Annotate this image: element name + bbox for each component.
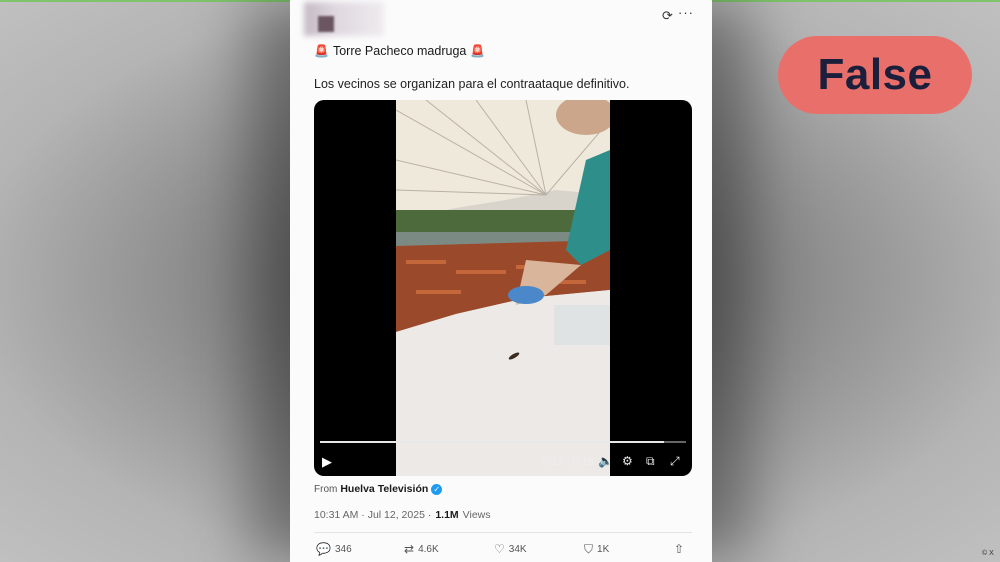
- video-frame: [396, 100, 610, 476]
- divider: [314, 532, 692, 533]
- grok-icon[interactable]: ⟳: [662, 8, 676, 23]
- share-button[interactable]: ⇧: [674, 542, 684, 556]
- heart-icon: ♡: [494, 542, 505, 556]
- like-button[interactable]: ♡ 34K: [494, 542, 527, 556]
- siren-icon: 🚨: [314, 44, 329, 58]
- post-title-row: 🚨 Torre Pacheco madruga 🚨: [314, 44, 485, 58]
- views-label: Views: [462, 509, 491, 521]
- action-bar: 💬 346 ⇄ 4.6K ♡ 34K ⛉ 1K ⇧: [316, 542, 694, 558]
- repost-button[interactable]: ⇄ 4.6K: [404, 542, 439, 556]
- reply-icon: 💬: [316, 542, 331, 556]
- video-progress-fill: [320, 441, 665, 443]
- post-title: Torre Pacheco madruga: [332, 44, 467, 58]
- share-icon: ⇧: [674, 542, 685, 556]
- source-prefix: From: [314, 483, 338, 495]
- play-icon[interactable]: ▶: [322, 454, 332, 470]
- video-source: From Huelva Televisión ✓: [314, 483, 443, 495]
- more-options-icon[interactable]: ···: [678, 5, 696, 20]
- like-count: 34K: [508, 543, 527, 555]
- reply-count: 346: [334, 543, 352, 555]
- settings-icon[interactable]: ⚙: [622, 454, 633, 468]
- bookmark-button[interactable]: ⛉ 1K: [584, 542, 609, 557]
- views-count: 1.1M: [435, 509, 459, 521]
- reply-button[interactable]: 💬 346: [316, 542, 352, 556]
- bookmark-icon: ⛉: [584, 542, 594, 556]
- video-progress-bar[interactable]: [320, 441, 686, 443]
- tweet-card: ⟳ ··· 🚨 Torre Pacheco madruga 🚨 Los veci…: [290, 0, 712, 562]
- source-name[interactable]: Huelva Televisión: [340, 483, 428, 495]
- repost-icon: ⇄: [404, 542, 415, 556]
- verdict-badge: False: [778, 36, 972, 114]
- fullscreen-icon[interactable]: ⤢: [670, 454, 680, 469]
- post-body: Los vecinos se organizan para el contraa…: [314, 77, 630, 91]
- verified-badge-icon: ✓: [431, 483, 443, 495]
- bookmark-count: 1K: [597, 544, 610, 555]
- picture-in-picture-icon[interactable]: ⧉: [646, 454, 655, 469]
- mute-icon[interactable]: 🔈: [598, 454, 613, 468]
- post-timestamp[interactable]: 10:31 AM · Jul 12, 2025 ·: [314, 509, 431, 521]
- avatar: [318, 16, 334, 32]
- repost-count: 4.6K: [418, 543, 439, 555]
- image-credit: © X: [982, 550, 994, 557]
- post-meta: 10:31 AM · Jul 12, 2025 · 1.1M Views: [314, 509, 491, 521]
- blurred-author-header: [304, 2, 384, 36]
- video-player[interactable]: ▶ 0:17 / 0:18 🔈 ⚙ ⧉ ⤢: [314, 100, 692, 476]
- siren-icon: 🚨: [470, 44, 486, 58]
- video-time: 0:17 / 0:18: [542, 456, 594, 468]
